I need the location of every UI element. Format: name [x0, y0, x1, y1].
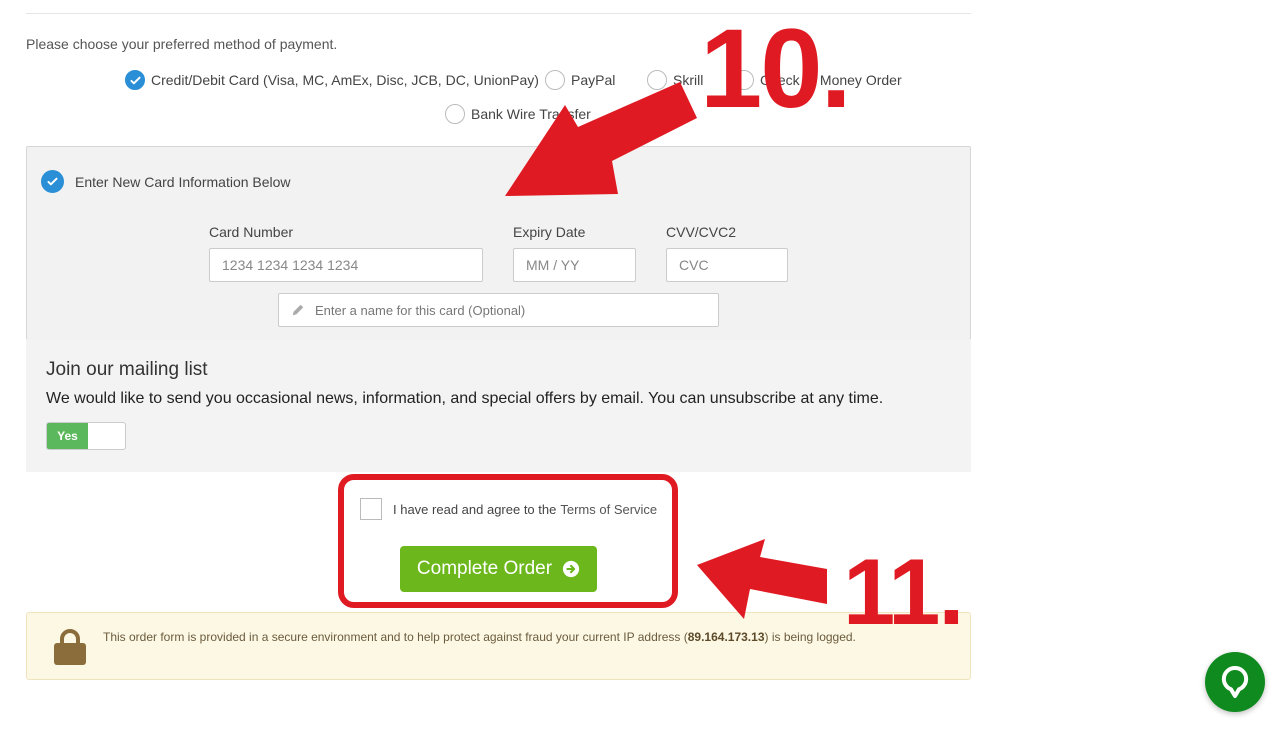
tos-checkbox[interactable] [360, 498, 382, 520]
expiry-date-input[interactable]: MM / YY [513, 248, 636, 282]
radio-button[interactable] [545, 70, 565, 90]
toggle-yes-label: Yes [47, 423, 88, 449]
step-number-11: 11. [843, 539, 964, 644]
step-number-10: 10. [700, 6, 852, 131]
card-name-input[interactable]: Enter a name for this card (Optional) [278, 293, 719, 327]
mailing-list-toggle[interactable]: Yes [46, 422, 126, 450]
mailing-list-title: Join our mailing list [46, 359, 208, 380]
chat-widget-button[interactable] [1205, 652, 1265, 712]
ip-address: 89.164.173.13 [687, 630, 765, 644]
chat-bubble-icon [1221, 665, 1249, 698]
cvv-input[interactable]: CVC [666, 248, 788, 282]
pencil-icon [292, 304, 304, 316]
expiry-date-label: Expiry Date [513, 224, 586, 240]
tos-link[interactable]: Terms of Service [560, 502, 657, 517]
payment-method-paypal[interactable]: PayPal [545, 70, 615, 90]
complete-order-label: Complete Order [416, 558, 553, 579]
arrow-circle-right-icon [562, 560, 580, 578]
complete-order-button[interactable]: Complete Order [400, 546, 597, 592]
payment-method-label: PayPal [571, 72, 616, 88]
card-info-panel: Enter New Card Information Below Card Nu… [26, 146, 971, 340]
payment-prompt: Please choose your preferred method of p… [26, 36, 338, 52]
payment-method-label: Skrill [673, 72, 704, 88]
card-number-label: Card Number [209, 224, 294, 240]
card-name-placeholder: Enter a name for this card (Optional) [315, 302, 526, 318]
new-card-option[interactable]: Enter New Card Information Below [41, 170, 291, 193]
radio-button[interactable] [445, 104, 465, 124]
secure-notice: This order form is provided in a secure … [26, 612, 971, 680]
card-number-input[interactable]: 1234 1234 1234 1234 [209, 248, 483, 282]
mailing-list-description: We would like to send you occasional new… [46, 390, 884, 407]
check-icon [41, 170, 64, 193]
radio-button[interactable] [647, 70, 667, 90]
payment-method-card[interactable]: Credit/Debit Card (Visa, MC, AmEx, Disc,… [125, 70, 539, 90]
check-icon [125, 70, 145, 90]
cvv-label: CVV/CVC2 [666, 224, 737, 240]
new-card-label: Enter New Card Information Below [75, 173, 291, 190]
payment-method-wire[interactable]: Bank Wire Transfer [445, 104, 591, 124]
payment-method-skrill[interactable]: Skrill [647, 70, 703, 90]
lock-icon [54, 629, 86, 665]
payment-method-label: Bank Wire Transfer [471, 106, 591, 122]
secure-text-before: This order form is provided in a secure … [103, 630, 688, 644]
payment-method-label: Credit/Debit Card (Visa, MC, AmEx, Disc,… [151, 72, 539, 88]
tos-prefix: I have read and agree to the [393, 501, 557, 517]
tos-agreement: I have read and agree to the Terms of Se… [360, 498, 657, 520]
mailing-list-section: Join our mailing list We would like to s… [26, 339, 971, 472]
secure-notice-text: This order form is provided in a secure … [103, 630, 856, 644]
